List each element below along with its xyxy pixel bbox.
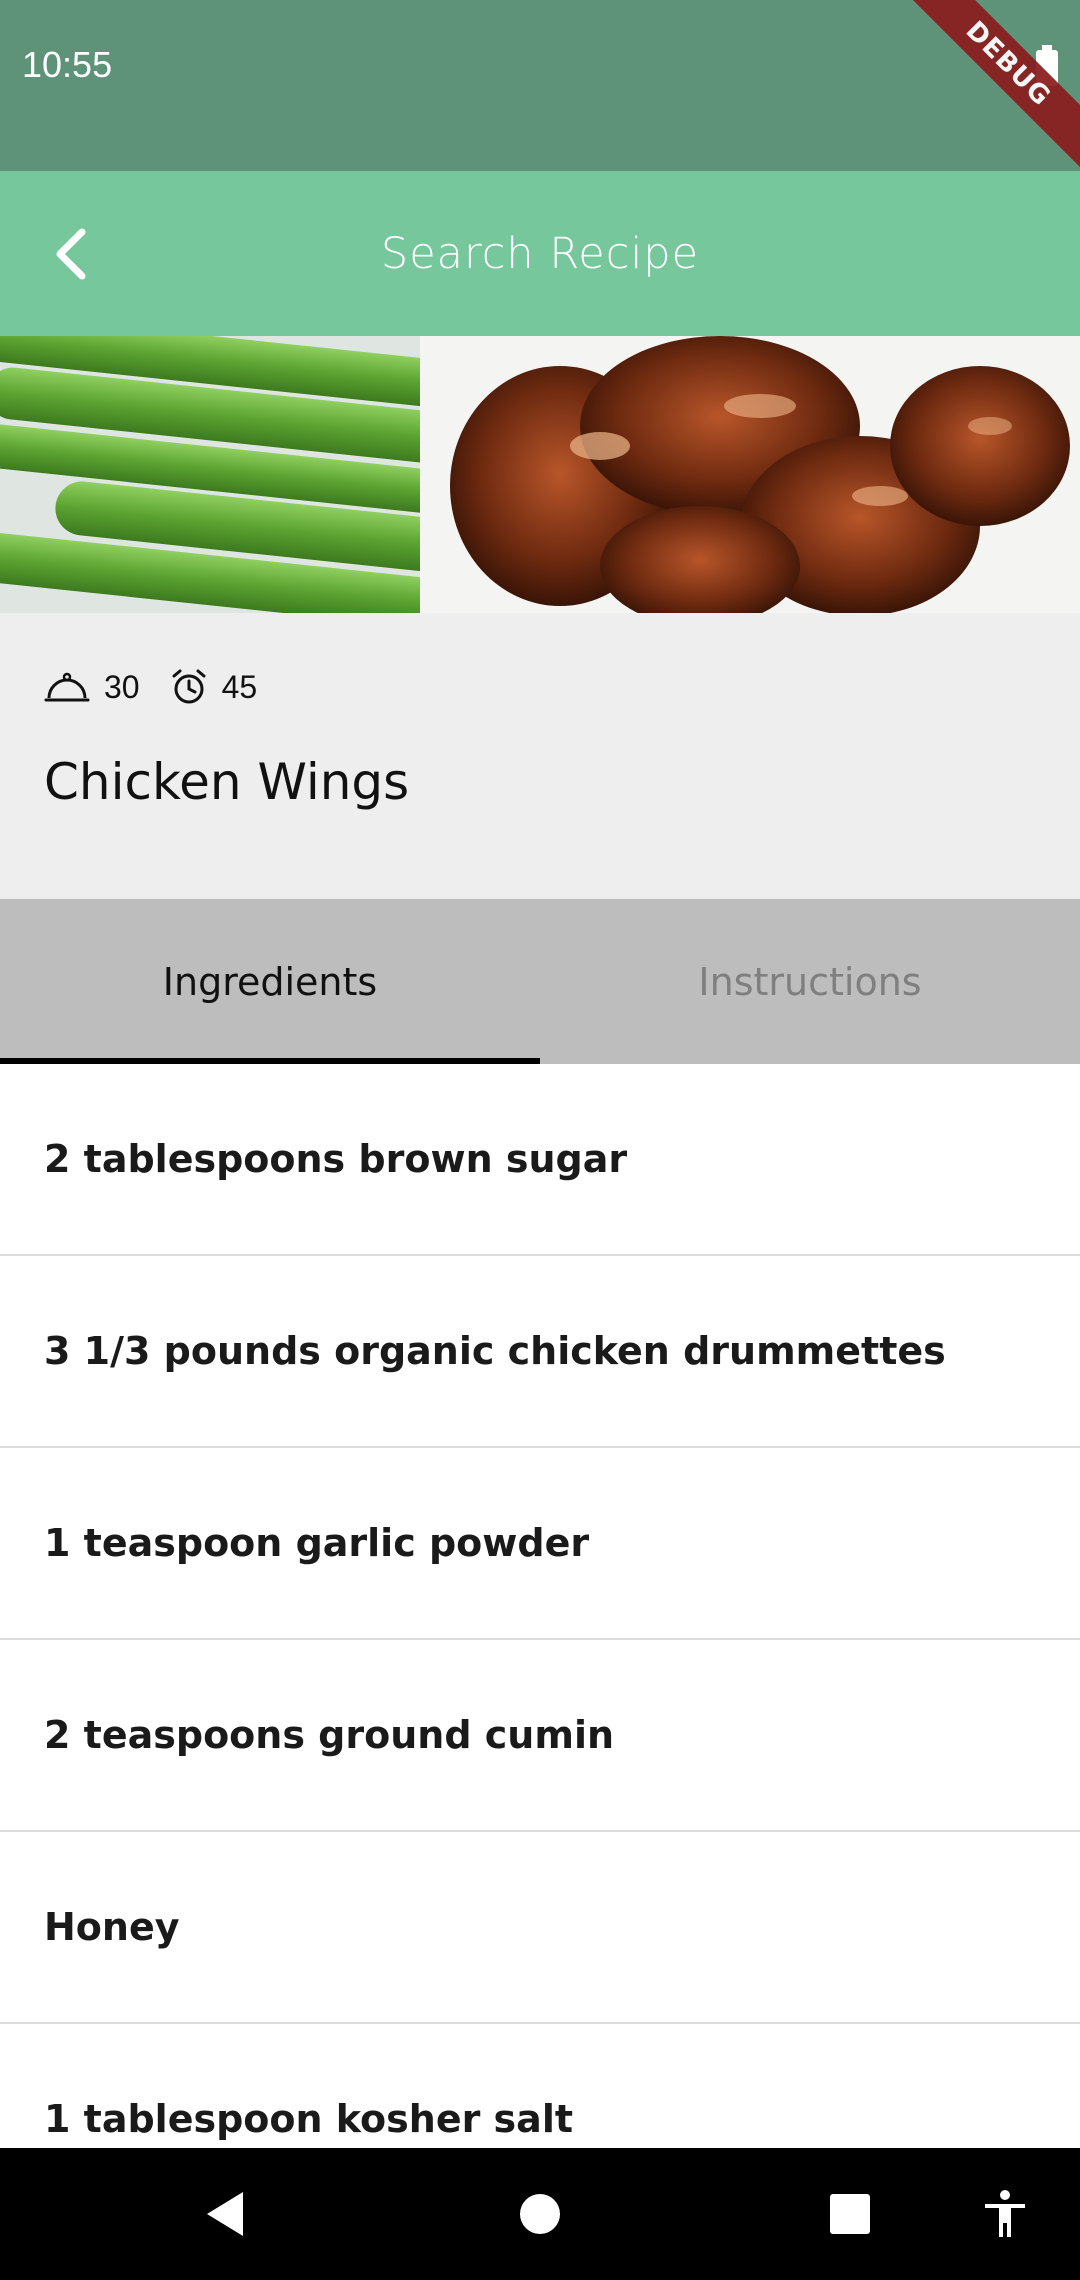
nav-home-button[interactable] <box>510 2148 570 2280</box>
recipe-image <box>0 336 1080 613</box>
tab-instructions[interactable]: Instructions <box>540 899 1080 1064</box>
nav-back-button[interactable] <box>195 2148 255 2280</box>
chevron-left-icon <box>56 228 86 280</box>
nav-recents-button[interactable] <box>820 2148 880 2280</box>
accessibility-button[interactable] <box>975 2148 1035 2280</box>
list-item: 2 tablespoons brown sugar <box>0 1064 1080 1256</box>
navigation-bar <box>0 2148 1080 2280</box>
servings-value: 30 <box>104 668 140 705</box>
page-title: Search Recipe <box>380 228 700 279</box>
back-button[interactable] <box>28 209 118 299</box>
ready-time: 45 <box>170 668 258 706</box>
chicken-wings-photo <box>0 336 1080 613</box>
triangle-back-icon <box>207 2192 243 2236</box>
list-item: 3 1/3 pounds organic chicken drummettes <box>0 1256 1080 1448</box>
tab-ingredients[interactable]: Ingredients <box>0 899 540 1064</box>
cloche-icon <box>44 672 90 702</box>
debug-banner: DEBUG <box>900 0 1080 171</box>
alarm-clock-icon <box>172 669 206 704</box>
ready-time-value: 45 <box>221 668 258 705</box>
list-item: 1 teaspoon garlic powder <box>0 1448 1080 1640</box>
recipe-info: 30 45 Chicken Wings <box>0 613 1080 899</box>
square-recents-icon <box>830 2194 870 2234</box>
ingredients-list: 2 tablespoons brown sugar 3 1/3 pounds o… <box>0 1064 1080 2148</box>
recipe-title: Chicken Wings <box>44 753 410 811</box>
servings: 30 <box>44 669 140 706</box>
accessibility-icon <box>985 2190 1025 2237</box>
list-item: 1 tablespoon kosher salt <box>0 2024 1080 2148</box>
list-item: 2 teaspoons ground cumin <box>0 1640 1080 1832</box>
status-bar: 10:55 DEBUG <box>0 0 1080 171</box>
list-item: Honey <box>0 1832 1080 2024</box>
circle-home-icon <box>520 2194 560 2234</box>
app-bar: Search Recipe <box>0 171 1080 336</box>
recipe-meta: 30 45 <box>44 668 287 706</box>
status-time: 10:55 <box>22 44 113 85</box>
tab-bar: Ingredients Instructions <box>0 899 1080 1064</box>
